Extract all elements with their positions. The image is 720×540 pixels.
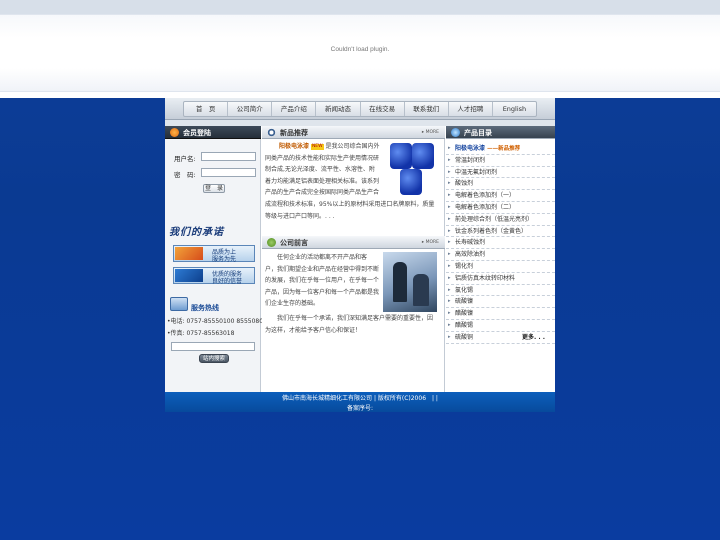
nav-item-products[interactable]: 产品介绍 [272, 102, 317, 116]
new-products-line-5: 成流程和技术标准，95%以上的原材料采用进口名牌原料，质量 [265, 200, 435, 208]
catalog-item[interactable]: 钛金系列着色剂（金黄色） [446, 226, 555, 238]
catalog-item[interactable]: 锡化剂 [446, 261, 555, 273]
product-barrels-image[interactable] [386, 141, 436, 199]
catalog-item-featured[interactable]: 阳极电泳漆 ——新品推荐 [446, 143, 555, 155]
catalog-list: 阳极电泳漆 ——新品推荐 常温封闭剂 中温无氟封闭剂 酸蚀剂 电解着色添加剂（一… [446, 143, 555, 344]
nav-item-about[interactable]: 公司简介 [228, 102, 273, 116]
catalog-item[interactable]: 氯化锡 [446, 285, 555, 297]
username-input[interactable] [201, 152, 256, 161]
phone-icon [170, 297, 188, 311]
company-news-header: 公司前言 ▸ MORE [262, 236, 445, 249]
new-products-line-6: 等级与进口产口等同。. . . [265, 212, 335, 220]
username-label: 用户名: [174, 155, 196, 163]
company-news-line-6: 为这样，才能给予客户信心和保证！ [265, 326, 362, 334]
catalog-header: 产品目录 [446, 126, 555, 139]
catalog-more-link[interactable]: 更多. . . [522, 332, 545, 344]
service-image [175, 269, 203, 282]
member-icon [170, 128, 179, 137]
catalog-item[interactable]: 醋酸锡 [446, 320, 555, 332]
catalog-item-last[interactable]: 硫酸铜更多. . . [446, 332, 555, 344]
password-input[interactable] [201, 168, 256, 177]
site-search-button[interactable]: 站内搜索 [199, 354, 229, 363]
nav-item-jobs[interactable]: 人才招聘 [449, 102, 493, 116]
promise-quality-line2: 服务为先 [212, 256, 237, 263]
nav-item-english[interactable]: English [493, 102, 536, 116]
promise-title: 我们的承诺 [169, 227, 224, 238]
site-search-input[interactable] [171, 342, 255, 351]
catalog-item[interactable]: 长寿碱蚀剂 [446, 237, 555, 250]
nav-item-home[interactable]: 首 页 [184, 102, 229, 116]
hotline-fax: •传真: 0757-85563018 [167, 330, 235, 337]
new-products-more-link[interactable]: ▸ MORE [422, 130, 439, 135]
new-product-name[interactable]: 阳极电泳漆 [279, 143, 309, 150]
barrel-2 [412, 143, 434, 169]
login-title: 会员登陆 [183, 129, 211, 137]
check-icon [267, 238, 276, 247]
password-label: 密 码: [174, 171, 196, 179]
catalog-globe-icon [451, 128, 460, 137]
company-news-title: 公司前言 [280, 239, 308, 247]
catalog-item[interactable]: 前处理综合剂（低温光亮剂） [446, 214, 555, 226]
nav-item-news[interactable]: 新闻动态 [316, 102, 361, 116]
new-products-header: 新品推荐 ▸ MORE [262, 126, 445, 139]
hotline-title: 服务热线 [191, 304, 219, 312]
promise-service-line2: 良好的信誉 [212, 278, 243, 285]
nav-item-contact[interactable]: 联系我们 [405, 102, 449, 116]
catalog-item[interactable]: 高效除油剂 [446, 249, 555, 261]
nav-bar: 首 页 公司简介 产品介绍 新闻动态 在线交易 联系我们 人才招聘 Englis… [183, 101, 537, 117]
catalog-item[interactable]: 醋酸镍 [446, 308, 555, 320]
featured-badge: ——新品推荐 [487, 146, 521, 152]
promise-quality-banner[interactable]: 品质为上 服务为先 [173, 245, 255, 263]
plugin-error-message: Couldn't load plugin. [330, 46, 390, 53]
catalog-item[interactable]: 硫酸镍 [446, 296, 555, 309]
quality-image [175, 247, 203, 260]
right-column: 产品目录 阳极电泳漆 ——新品推荐 常温封闭剂 中温无氟封闭剂 酸蚀剂 电解着色… [446, 126, 555, 392]
main-nav: 首 页 公司简介 产品介绍 新闻动态 在线交易 联系我们 人才招聘 Englis… [165, 98, 555, 120]
login-header: 会员登陆 [165, 126, 261, 139]
barrel-1 [390, 143, 412, 169]
login-button[interactable]: 登 录 [203, 184, 225, 193]
new-badge: NEW [310, 143, 324, 150]
footer-copyright: 佛山市南海长城精细化工有限公司 | 版权所有(C)2006 | | [282, 395, 438, 402]
business-people-image [383, 252, 437, 312]
person-figure-1 [393, 262, 407, 302]
company-news-more-link[interactable]: ▸ MORE [422, 240, 439, 245]
hotline-phone: •电话: 0757-85550100 85550800 [167, 318, 267, 325]
middle-column: 新品推荐 ▸ MORE 阳极电泳漆 NEW 是我公司综合国内外 同类产品的技术性… [262, 126, 445, 392]
catalog-item[interactable]: 电解着色添加剂（一） [446, 190, 555, 202]
plugin-placeholder[interactable]: Couldn't load plugin. [0, 14, 720, 92]
catalog-item[interactable]: 酸蚀剂 [446, 178, 555, 191]
left-column: 会员登陆 用户名: 密 码: 登 录 我们的承诺 品质为上 服务为先 优质的服务… [165, 126, 267, 392]
company-news-line-5: 我们在乎每一个承诺，我们深知满足客户需要的重要性，因 [265, 314, 434, 322]
barrel-3 [400, 169, 422, 195]
catalog-item[interactable]: 中温无氟封闭剂 [446, 167, 555, 179]
person-figure-2 [413, 274, 429, 306]
promise-service-banner[interactable]: 优质的服务 良好的信誉 [173, 267, 255, 285]
catalog-item[interactable]: 电解着色添加剂（二） [446, 202, 555, 214]
magnifier-icon [267, 128, 276, 137]
catalog-item[interactable]: 常温封闭剂 [446, 155, 555, 167]
footer-icp: 备案序号: [346, 405, 374, 412]
nav-item-trade[interactable]: 在线交易 [361, 102, 405, 116]
catalog-title: 产品目录 [464, 129, 492, 137]
browser-top-strip [0, 0, 720, 14]
footer: 佛山市南海长城精细化工有限公司 | 版权所有(C)2006 | | 备案序号: [165, 392, 555, 412]
catalog-item[interactable]: 铝质仿真木纹转印材料 [446, 273, 555, 285]
new-products-more-text: MORE [425, 130, 439, 135]
company-news-more-text: MORE [425, 240, 439, 245]
site-container: 首 页 公司简介 产品介绍 新闻动态 在线交易 联系我们 人才招聘 Englis… [165, 98, 555, 412]
new-products-title: 新品推荐 [280, 129, 308, 137]
